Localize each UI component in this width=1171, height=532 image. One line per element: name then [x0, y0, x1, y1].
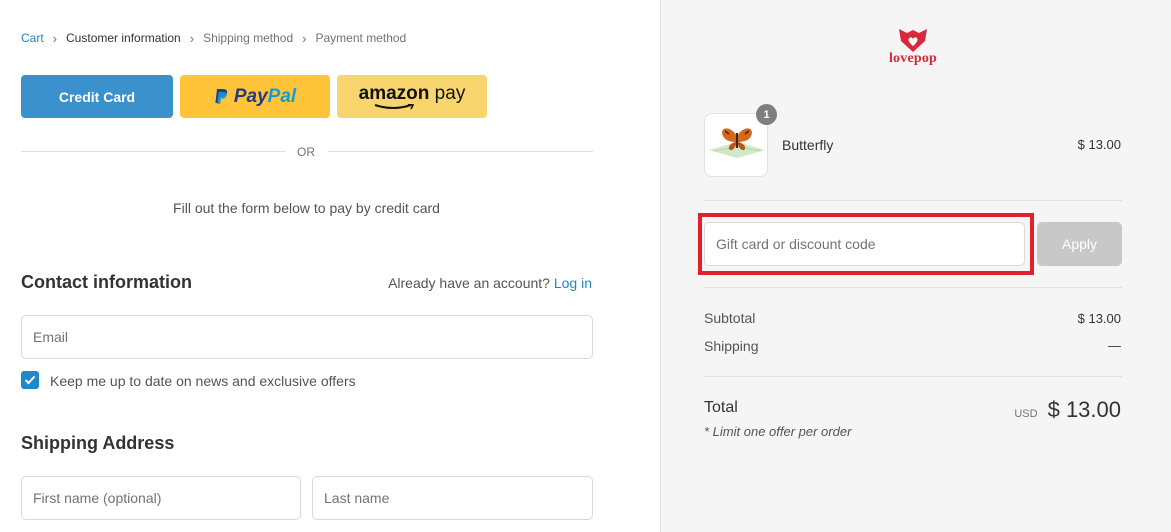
quantity-badge: 1	[756, 104, 777, 125]
summary-divider	[704, 287, 1122, 288]
amazon-pay-logo: amazon pay	[358, 82, 466, 110]
breadcrumb-shipping-method: Shipping method	[203, 31, 294, 45]
total-currency: USD	[1014, 408, 1038, 420]
total-value: $ 13.00	[1047, 397, 1121, 422]
email-field[interactable]	[21, 315, 593, 359]
discount-code-input[interactable]	[704, 222, 1025, 266]
login-link[interactable]: Log in	[554, 275, 592, 291]
last-name-field[interactable]	[312, 476, 593, 520]
divider-right	[328, 151, 593, 152]
shipping-address-title: Shipping Address	[21, 433, 175, 453]
summary-divider	[704, 376, 1122, 377]
chevron-right-icon: ›	[302, 30, 307, 46]
subtotal-value: $ 13.00	[1077, 311, 1121, 326]
product-price: $ 13.00	[1077, 137, 1121, 152]
divider-left	[21, 151, 286, 152]
product-name: Butterfly	[782, 137, 834, 153]
paypal-label-pal: Pal	[267, 85, 297, 107]
checkmark-icon	[24, 375, 36, 385]
credit-card-button[interactable]: Credit Card	[21, 75, 173, 118]
total-amount: USD $ 13.00	[1014, 397, 1121, 423]
paypal-logo: PayPal	[214, 86, 296, 108]
newsletter-label: Keep me up to date on news and exclusive…	[50, 373, 356, 389]
paypal-button[interactable]: PayPal	[180, 75, 330, 118]
amazon-pay-button[interactable]: amazon pay	[337, 75, 487, 118]
account-prompt-text: Already have an account?	[388, 275, 550, 291]
contact-information-title: Contact information	[21, 272, 192, 292]
order-summary: lovepop 1 Butterfly $ 13.00 Apply Subtot…	[660, 0, 1171, 532]
account-prompt: Already have an account? Log in	[388, 275, 592, 291]
shipping-value: —	[1108, 338, 1121, 353]
limit-note: * Limit one offer per order	[704, 424, 852, 439]
total-label: Total	[704, 399, 738, 416]
newsletter-checkbox[interactable]	[21, 371, 39, 389]
brand-name: lovepop	[888, 51, 938, 66]
or-divider-label: OR	[297, 145, 315, 159]
checkout-main: Cart › Customer information › Shipping m…	[0, 0, 660, 532]
butterfly-card-image	[709, 128, 765, 158]
breadcrumb-payment-method: Payment method	[315, 31, 407, 45]
amazon-label: amazon	[358, 82, 430, 104]
breadcrumb-cart[interactable]: Cart	[21, 31, 44, 45]
amazon-pay-label: pay	[429, 82, 466, 104]
paypal-icon	[215, 88, 227, 104]
summary-divider	[704, 200, 1122, 201]
paypal-label-pay: Pay	[233, 85, 268, 107]
product-thumbnail: 1	[704, 104, 777, 177]
lovepop-logo[interactable]: lovepop	[885, 27, 941, 67]
subtotal-label: Subtotal	[704, 310, 756, 326]
first-name-field[interactable]	[21, 476, 301, 520]
credit-card-instruction: Fill out the form below to pay by credit…	[173, 200, 440, 216]
apply-button[interactable]: Apply	[1037, 222, 1122, 266]
chevron-right-icon: ›	[189, 30, 195, 46]
chevron-right-icon: ›	[52, 30, 58, 46]
fox-heart-icon	[899, 29, 927, 52]
breadcrumb: Cart › Customer information › Shipping m…	[21, 31, 406, 45]
amazon-smile-icon	[374, 103, 415, 109]
shipping-label: Shipping	[704, 338, 759, 354]
breadcrumb-customer-information: Customer information	[66, 31, 181, 45]
